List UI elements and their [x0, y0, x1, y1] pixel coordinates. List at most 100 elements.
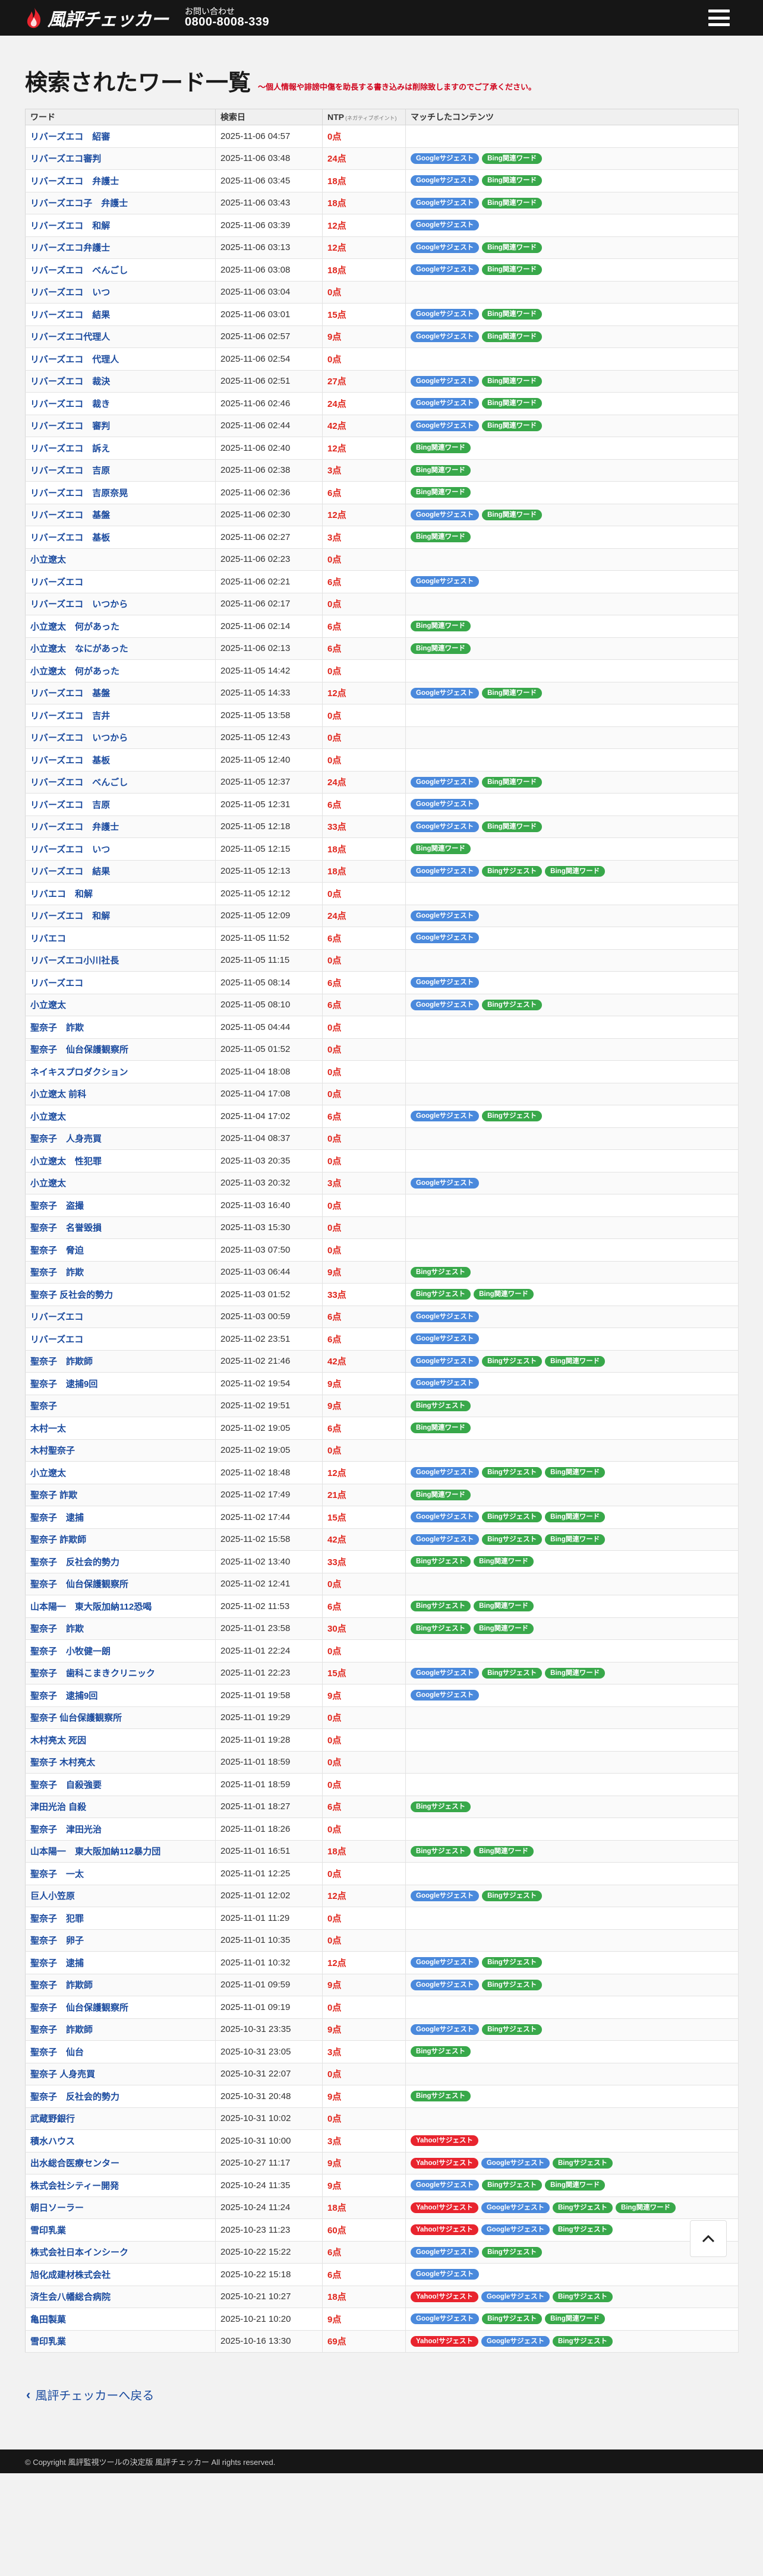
word-link[interactable]: リバーズエコ いつから — [30, 733, 128, 743]
word-link[interactable]: リバーズエコ 裁決 — [30, 377, 110, 387]
word-link[interactable]: 聖奈子 歯科こまきクリニック — [30, 1668, 155, 1679]
word-link[interactable]: 聖奈子 詐欺師 — [30, 1980, 93, 1990]
word-link[interactable]: 雪印乳業 — [30, 2226, 66, 2236]
word-link[interactable]: 雪印乳業 — [30, 2337, 66, 2347]
word-link[interactable]: 聖奈子 反社会的勢力 — [30, 2092, 119, 2102]
word-link[interactable]: 山本陽一 東大阪加納112暴力団 — [30, 1847, 160, 1857]
word-link[interactable]: 聖奈子 逮捕9回 — [30, 1691, 97, 1701]
word-link[interactable]: リバーズエコ代理人 — [30, 332, 110, 342]
word-link[interactable]: 聖奈子 仙台保護観察所 — [30, 2003, 128, 2013]
word-link[interactable]: リバーズエコ 結果 — [30, 867, 110, 877]
word-link[interactable]: リバーズエコ 紹審 — [30, 132, 110, 142]
word-link[interactable]: 小立遼太 — [30, 555, 66, 565]
word-link[interactable]: 武蔵野銀行 — [30, 2114, 75, 2124]
word-link[interactable]: リバーズエコ — [30, 978, 83, 988]
word-link[interactable]: 聖奈子 人身売買 — [30, 2069, 95, 2079]
word-link[interactable]: リバーズエコ いつ — [30, 845, 110, 855]
word-link[interactable]: リバーズエコ べんごし — [30, 265, 128, 276]
word-link[interactable]: 聖奈子 逮捕9回 — [30, 1379, 97, 1389]
word-link[interactable]: リバーズエコ子 弁護士 — [30, 198, 128, 208]
word-link[interactable]: リバーズエコ 基板 — [30, 533, 110, 543]
word-link[interactable]: 株式会社シティー開発 — [30, 2181, 119, 2191]
word-link[interactable]: 聖奈子 — [30, 1401, 57, 1411]
word-link[interactable]: 朝日ソーラー — [30, 2203, 84, 2213]
word-link[interactable]: 木村一太 — [30, 1424, 66, 1434]
word-link[interactable]: リバーズエコ 弁護士 — [30, 176, 119, 187]
site-logo[interactable]: 風評チェッカー — [25, 5, 169, 31]
word-link[interactable]: リバーズエコ 吉原奈晃 — [30, 488, 128, 498]
word-link[interactable]: リバーズエコ べんごし — [30, 777, 128, 788]
word-link[interactable]: 積水ハウス — [30, 2136, 75, 2147]
word-link[interactable]: 小立遼太 — [30, 1468, 66, 1478]
word-link[interactable]: 済生会八幡総合病院 — [30, 2292, 111, 2302]
word-link[interactable]: 聖奈子 逮捕 — [30, 1513, 84, 1523]
word-link[interactable]: リバーズエコ 吉原 — [30, 466, 110, 476]
word-link[interactable]: 聖奈子 逮捕 — [30, 1958, 84, 1968]
word-link[interactable]: リバーズエコ 吉井 — [30, 711, 110, 721]
word-link[interactable]: リバーズエコ 基板 — [30, 756, 110, 766]
word-link[interactable]: 聖奈子 反社会的勢力 — [30, 1557, 119, 1567]
word-link[interactable]: 聖奈子 犯罪 — [30, 1914, 84, 1924]
word-link[interactable]: 聖奈子 詐欺 — [30, 1023, 84, 1033]
word-link[interactable]: リバーズエコ 代理人 — [30, 355, 119, 365]
word-link[interactable]: 聖奈子 仙台保護観察所 — [30, 1579, 128, 1589]
word-link[interactable]: 聖奈子 盗撮 — [30, 1201, 84, 1211]
word-link[interactable]: 聖奈子 自殺強要 — [30, 1780, 102, 1790]
word-link[interactable]: 聖奈子 詐欺師 — [30, 1357, 93, 1367]
word-link[interactable]: リバーズエコ審判 — [30, 154, 101, 164]
word-link[interactable]: 小立遼太 何があった — [30, 666, 119, 677]
word-link[interactable]: リバーズエコ 訴え — [30, 444, 110, 454]
word-link[interactable]: リバーズエコ いつ — [30, 287, 110, 298]
word-link[interactable]: リバーズエコ弁護士 — [30, 243, 110, 253]
word-link[interactable]: リバエコ — [30, 934, 66, 944]
word-link[interactable]: リバーズエコ 吉原 — [30, 800, 110, 810]
word-link[interactable]: 木村亮太 死因 — [30, 1736, 86, 1746]
word-link[interactable]: 聖奈子 詐欺師 — [30, 2025, 93, 2035]
word-link[interactable]: リバーズエコ 基盤 — [30, 510, 110, 520]
word-link[interactable]: リバーズエコ 和解 — [30, 911, 110, 921]
word-link[interactable]: リバーズエコ — [30, 1335, 83, 1345]
word-link[interactable]: 聖奈子 仙台 — [30, 2047, 84, 2057]
word-link[interactable]: リバーズエコ 審判 — [30, 421, 110, 431]
word-link[interactable]: 聖奈子 脅迫 — [30, 1246, 84, 1256]
word-link[interactable]: 聖奈子 木村亮太 — [30, 1758, 95, 1768]
word-link[interactable]: 聖奈子 一太 — [30, 1869, 84, 1879]
word-link[interactable]: 小立遼太 なにがあった — [30, 644, 128, 654]
word-link[interactable]: リバーズエコ小川社長 — [30, 956, 119, 966]
word-link[interactable]: 小立遼太 — [30, 1178, 66, 1189]
word-link[interactable]: 出水総合医療センター — [30, 2158, 119, 2169]
word-link[interactable]: 株式会社日本インシーク — [30, 2248, 128, 2258]
word-link[interactable]: 聖奈子 人身売買 — [30, 1134, 102, 1144]
word-link[interactable]: リバーズエコ 基盤 — [30, 688, 110, 698]
word-link[interactable]: 小立遼太 — [30, 1112, 66, 1122]
word-link[interactable]: リバエコ 和解 — [30, 889, 93, 899]
word-link[interactable]: 小立遼太 前科 — [30, 1089, 86, 1099]
word-link[interactable]: 聖奈子 名誉毀損 — [30, 1223, 102, 1233]
word-link[interactable]: 山本陽一 東大阪加納112恐喝 — [30, 1602, 152, 1612]
word-link[interactable]: 聖奈子 反社会的勢力 — [30, 1290, 113, 1300]
word-link[interactable]: リバーズエコ — [30, 577, 83, 587]
word-link[interactable]: 亀田製菓 — [30, 2315, 66, 2325]
word-link[interactable]: 聖奈子 詐欺 — [30, 1268, 84, 1278]
word-link[interactable]: リバーズエコ — [30, 1312, 83, 1322]
word-link[interactable]: 小立遼太 何があった — [30, 622, 119, 632]
back-to-home-link[interactable]: ‹ 風評チェッカーへ戻る — [26, 2386, 154, 2403]
word-link[interactable]: リバーズエコ 裁き — [30, 399, 110, 409]
word-link[interactable]: 聖奈子 詐欺師 — [30, 1535, 86, 1545]
word-link[interactable]: リバーズエコ 和解 — [30, 221, 110, 231]
hamburger-menu-icon[interactable] — [708, 7, 730, 29]
word-link[interactable]: 聖奈子 詐欺 — [30, 1624, 84, 1634]
word-link[interactable]: 旭化成建材株式会社 — [30, 2270, 111, 2280]
word-link[interactable]: 聖奈子 卵子 — [30, 1936, 84, 1946]
word-link[interactable]: 聖奈子 仙台保護観察所 — [30, 1045, 128, 1055]
word-link[interactable]: 小立遼太 性犯罪 — [30, 1156, 102, 1167]
word-link[interactable]: 巨人小笠原 — [30, 1891, 75, 1901]
word-link[interactable]: 聖奈子 小牧健一朗 — [30, 1646, 111, 1657]
phone-number[interactable]: 0800-8008-339 — [185, 15, 269, 29]
word-link[interactable]: ネイキスプロダクション — [30, 1067, 128, 1077]
word-link[interactable]: 聖奈子 津田光治 — [30, 1825, 102, 1835]
word-link[interactable]: 聖奈子 仙台保護観察所 — [30, 1713, 122, 1723]
word-link[interactable]: 木村聖奈子 — [30, 1446, 75, 1456]
word-link[interactable]: 聖奈子 詐欺 — [30, 1490, 77, 1500]
word-link[interactable]: リバーズエコ 弁護士 — [30, 822, 119, 832]
